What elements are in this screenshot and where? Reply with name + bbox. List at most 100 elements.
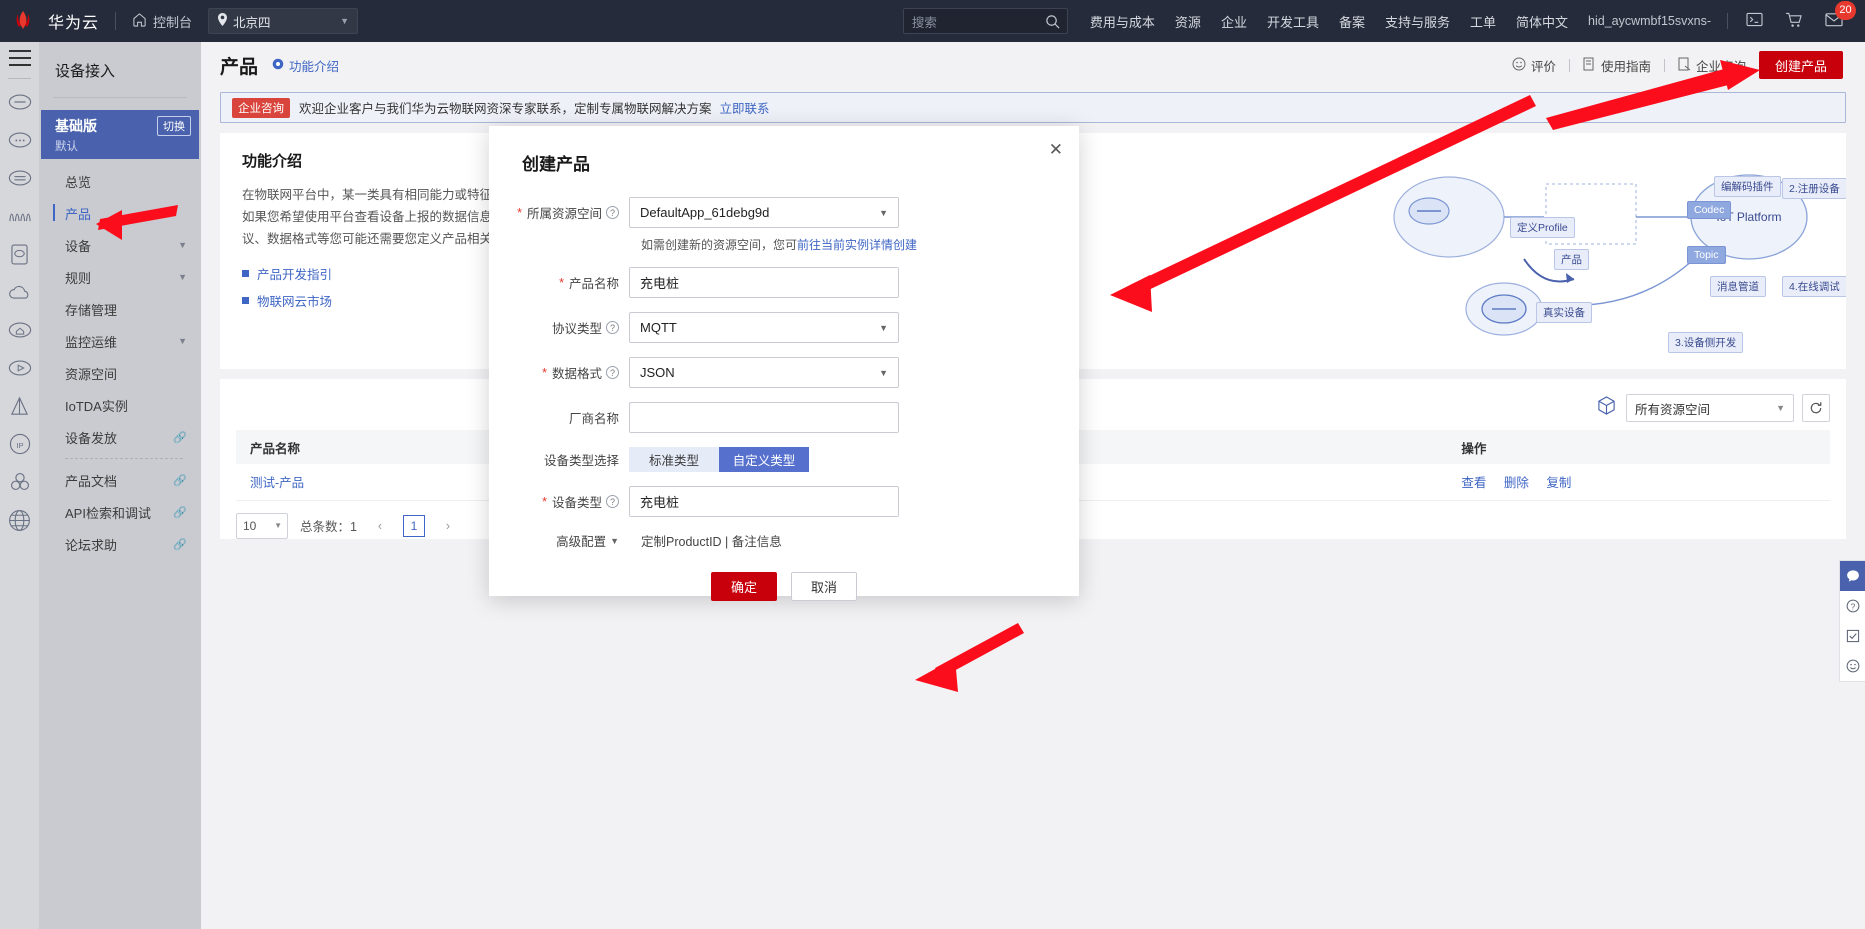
- segment-custom-type[interactable]: 自定义类型: [719, 447, 809, 472]
- cloud-outline-icon[interactable]: [5, 277, 35, 307]
- help-icon[interactable]: ?: [1840, 591, 1865, 621]
- resource-space-hint: 如需创建新的资源空间，您可前往当前实例详情创建: [629, 236, 1079, 253]
- sidebar-item-product[interactable]: 产品: [39, 197, 201, 229]
- sidebar-item-resource-space[interactable]: 资源空间: [39, 357, 201, 389]
- enterprise-consult-action[interactable]: 企业咨询: [1678, 56, 1746, 75]
- sidebar-item-rules[interactable]: 规则 ▼: [39, 261, 201, 293]
- topbar-link-3[interactable]: 开发工具: [1267, 12, 1319, 31]
- global-search[interactable]: 搜索: [902, 8, 1068, 34]
- switch-version-button[interactable]: 切换: [157, 116, 191, 136]
- resource-space-select[interactable]: DefaultApp_61debg9d ▼: [629, 197, 899, 228]
- page-title: 产品: [220, 56, 259, 78]
- menu-label: 总览: [65, 174, 92, 190]
- survey-icon[interactable]: [1840, 621, 1865, 651]
- goto-instance-link[interactable]: 前往当前实例详情创建: [797, 238, 917, 252]
- huawei-logo[interactable]: [12, 10, 36, 32]
- search-icon[interactable]: [1045, 14, 1060, 32]
- illus-label-register-device: 2.注册设备: [1782, 178, 1846, 199]
- resource-space-filter[interactable]: 所有资源空间 ▼: [1626, 394, 1794, 422]
- next-page-button[interactable]: ›: [437, 515, 459, 537]
- console-link[interactable]: 控制台: [132, 12, 192, 31]
- cube-icon: [1597, 396, 1616, 420]
- notice-tag: 企业咨询: [232, 97, 290, 118]
- input-value: 充电桩: [640, 495, 680, 510]
- help-icon[interactable]: ?: [606, 366, 619, 379]
- field-data-format: * 数据格式 ? JSON ▼: [489, 357, 1079, 388]
- terminal-icon[interactable]: [1746, 12, 1763, 30]
- divider: [1727, 13, 1728, 29]
- sidebar-item-iotda-instance[interactable]: IoTDA实例: [39, 389, 201, 421]
- topbar-link-6[interactable]: 工单: [1470, 12, 1496, 31]
- cloud-home-icon[interactable]: [5, 315, 35, 345]
- menu-label: 设备发放: [65, 430, 118, 446]
- cloud-wave-icon[interactable]: [5, 201, 35, 231]
- sidebar-item-product-docs[interactable]: 产品文档 🔗: [39, 464, 201, 496]
- op-delete[interactable]: 删除: [1504, 476, 1529, 490]
- label-text: 高级配置: [556, 535, 607, 549]
- confirm-button[interactable]: 确定: [711, 572, 777, 601]
- sidebar-item-monitor[interactable]: 监控运维 ▼: [39, 325, 201, 357]
- cloud-cluster-icon[interactable]: [5, 467, 35, 497]
- topbar-link-2[interactable]: 企业: [1221, 12, 1247, 31]
- sidebar-item-api-explorer[interactable]: API检索和调试 🔗: [39, 496, 201, 528]
- cloud-chat-icon[interactable]: [5, 125, 35, 155]
- manufacturer-name-input[interactable]: [629, 402, 899, 433]
- cloud-play-icon[interactable]: [5, 353, 35, 383]
- info-circle-icon: [272, 58, 284, 73]
- label-text: 产品名称: [568, 277, 619, 291]
- field-manufacturer-name: 厂商名称: [489, 402, 1079, 433]
- cloud-globe-icon[interactable]: [5, 505, 35, 535]
- evaluate-action[interactable]: 评价: [1512, 56, 1556, 75]
- refresh-button[interactable]: [1802, 394, 1830, 422]
- search-placeholder: 搜索: [911, 15, 937, 30]
- topbar-link-1[interactable]: 资源: [1175, 12, 1201, 31]
- home-icon: [132, 12, 147, 30]
- location-pin-icon: [217, 13, 228, 29]
- op-copy[interactable]: 复制: [1546, 476, 1571, 490]
- notice-contact-link[interactable]: 立即联系: [720, 98, 770, 117]
- cloud-storage-icon[interactable]: [5, 163, 35, 193]
- chevron-down-icon: ▼: [340, 16, 350, 26]
- create-product-button[interactable]: 创建产品: [1758, 51, 1843, 79]
- prev-page-button[interactable]: ‹: [369, 515, 391, 537]
- sidebar-item-forum[interactable]: 论坛求助 🔗: [39, 528, 201, 560]
- smiley-icon[interactable]: [1840, 651, 1865, 681]
- cart-icon[interactable]: [1785, 12, 1803, 31]
- user-account-label[interactable]: hid_aycwmbf15svxns-: [1588, 14, 1711, 28]
- op-view[interactable]: 查看: [1461, 476, 1486, 490]
- message-icon[interactable]: 20: [1825, 1, 1856, 30]
- cloud-device-icon[interactable]: [5, 239, 35, 269]
- topbar-link-7[interactable]: 简体中文: [1516, 12, 1568, 31]
- advanced-config-toggle[interactable]: 高级配置 ▼: [489, 531, 629, 550]
- feature-intro-link[interactable]: 功能介绍: [272, 56, 339, 75]
- data-format-select[interactable]: JSON ▼: [629, 357, 899, 388]
- close-icon[interactable]: ✕: [1049, 140, 1063, 160]
- cloud-triangle-icon[interactable]: [5, 391, 35, 421]
- sidebar-item-device[interactable]: 设备 ▼: [39, 229, 201, 261]
- cloud-ecs-icon[interactable]: [5, 87, 35, 117]
- help-icon[interactable]: ?: [606, 321, 619, 334]
- topbar-link-0[interactable]: 费用与成本: [1090, 12, 1155, 31]
- chat-icon[interactable]: [1840, 561, 1865, 591]
- product-name-input[interactable]: 充电桩: [629, 267, 899, 298]
- page-number-1[interactable]: 1: [402, 514, 425, 537]
- menu-icon[interactable]: [8, 50, 31, 66]
- topbar-link-4[interactable]: 备案: [1339, 12, 1365, 31]
- region-selector[interactable]: 北京四 ▼: [208, 8, 359, 34]
- segment-standard-type[interactable]: 标准类型: [629, 447, 719, 472]
- user-guide-action[interactable]: 使用指南: [1583, 56, 1651, 75]
- cancel-button[interactable]: 取消: [791, 572, 857, 601]
- sidebar-item-device-provisioning[interactable]: 设备发放 🔗: [39, 421, 201, 453]
- help-icon[interactable]: ?: [606, 206, 619, 219]
- topbar-link-5[interactable]: 支持与服务: [1385, 12, 1450, 31]
- help-icon[interactable]: ?: [606, 495, 619, 508]
- sidebar-item-overview[interactable]: 总览: [39, 165, 201, 197]
- sidebar-item-storage[interactable]: 存储管理: [39, 293, 201, 325]
- device-type-input[interactable]: 充电桩: [629, 486, 899, 517]
- cloud-ip-icon[interactable]: IP: [5, 429, 35, 459]
- menu-label: 产品: [65, 206, 92, 222]
- external-link-icon: 🔗: [173, 474, 187, 487]
- page-size-selector[interactable]: 10 ▼: [236, 512, 288, 539]
- protocol-type-select[interactable]: MQTT ▼: [629, 312, 899, 343]
- field-label: * 设备类型 ?: [489, 492, 629, 511]
